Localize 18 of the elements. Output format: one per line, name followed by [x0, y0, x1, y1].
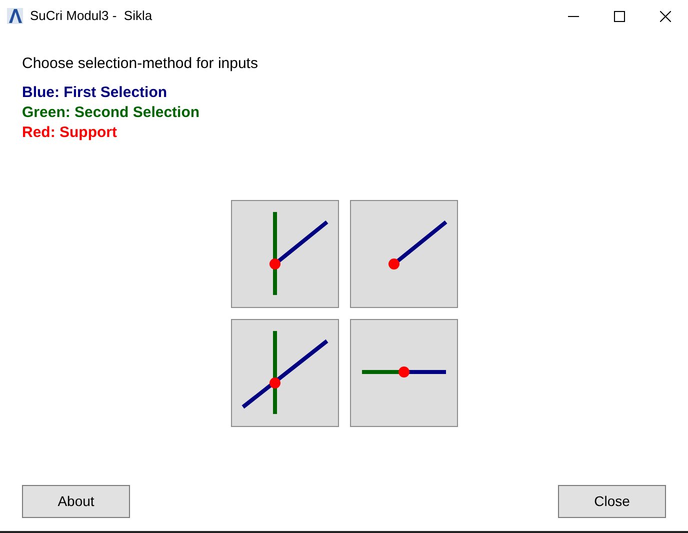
- about-button[interactable]: About: [22, 485, 130, 518]
- selection-method-button[interactable]: [230, 319, 338, 427]
- maximize-icon: [614, 10, 624, 22]
- corner-joint-icon: [269, 212, 328, 295]
- selection-method-button[interactable]: [230, 200, 338, 308]
- close-button[interactable]: Close: [558, 485, 666, 518]
- app-logo-icon: [7, 8, 23, 24]
- close-icon: [660, 10, 670, 22]
- end-joint-icon: [388, 220, 447, 270]
- legend-label: Blue: First Selection: [22, 83, 168, 103]
- legend-label: Green: Second Selection: [22, 103, 200, 123]
- selection-method-button[interactable]: [350, 200, 458, 308]
- instruction-text: Choose selection-method for inputs: [22, 54, 259, 74]
- legend-label: Red: Support: [22, 123, 117, 143]
- selection-method-button[interactable]: [350, 319, 458, 427]
- inline-joint-icon: [362, 366, 446, 378]
- window-title: SuCri Modul3 - Sikla: [30, 7, 152, 26]
- crossing-joint-icon: [241, 331, 328, 414]
